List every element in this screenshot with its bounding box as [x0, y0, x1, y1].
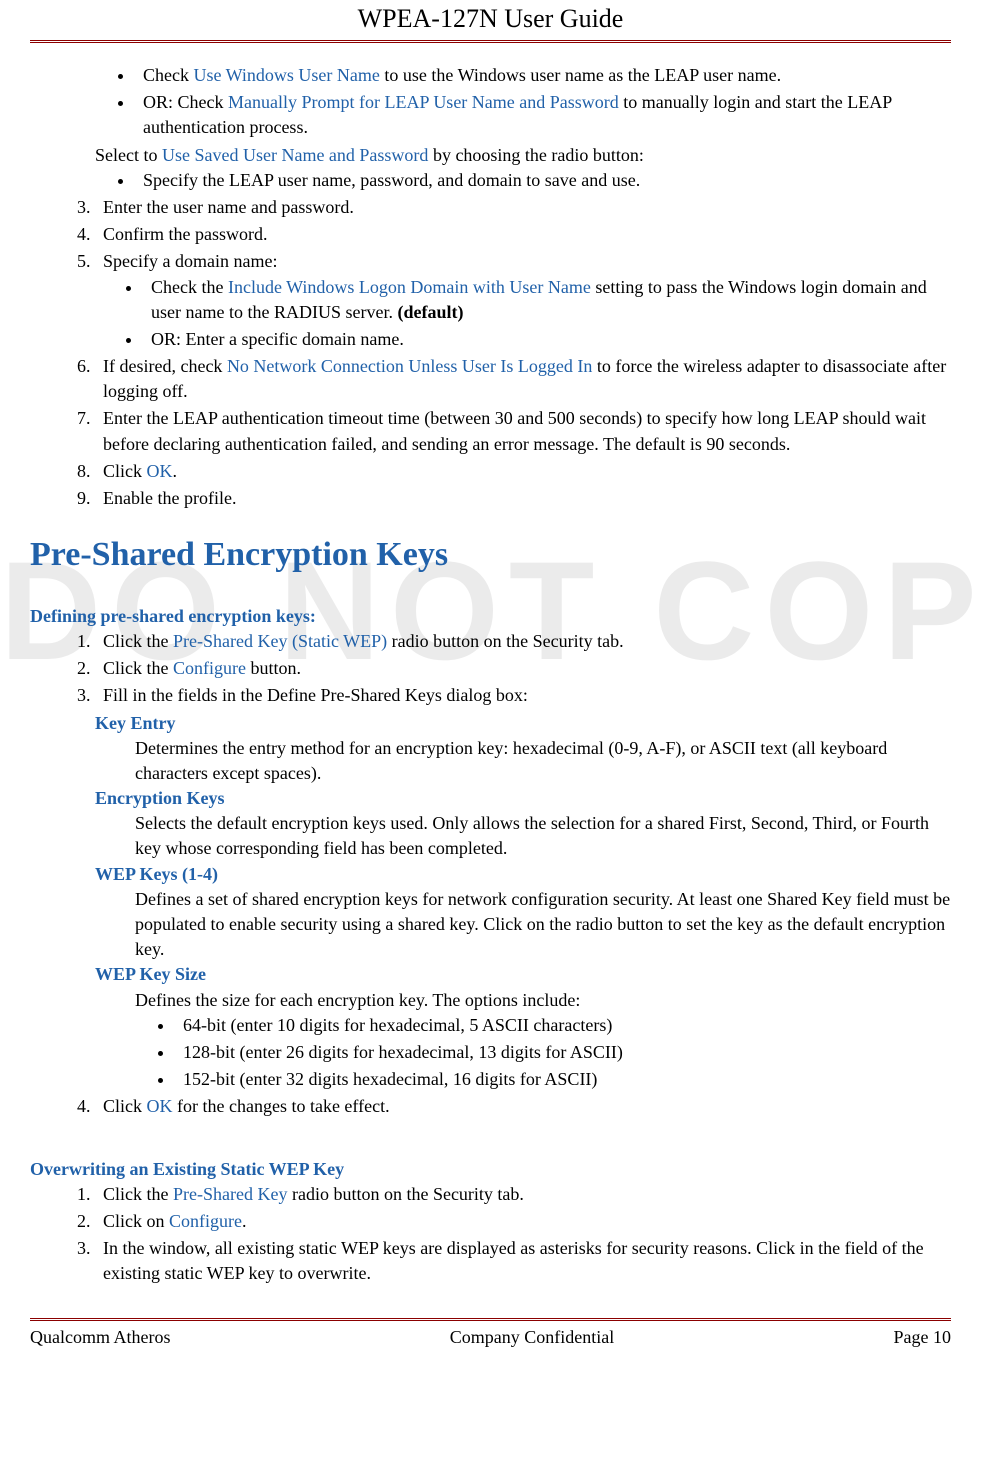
ui-reference: Use Windows User Name [193, 65, 379, 85]
text: Click [103, 461, 147, 481]
text: radio button on the Security tab. [387, 631, 623, 651]
text: Click the [103, 658, 173, 678]
ui-reference: Configure [173, 658, 246, 678]
definition-term: WEP Keys (1-4) [95, 862, 951, 887]
text: by choosing the radio button: [428, 145, 643, 165]
ui-reference: OK [147, 461, 173, 481]
text: Check the [151, 277, 228, 297]
ui-reference: Include Windows Logon Domain with User N… [228, 277, 591, 297]
ui-reference: OK [147, 1096, 173, 1116]
definition-term: Encryption Keys [95, 786, 951, 811]
list-item: Click the Pre-Shared Key radio button on… [95, 1182, 951, 1207]
ui-reference: Use Saved User Name and Password [162, 145, 428, 165]
footer-right: Page 10 [894, 1327, 952, 1348]
document-title: WPEA-127N User Guide [358, 4, 624, 33]
list-item: OR: Enter a specific domain name. [143, 327, 951, 352]
definition-text: Selects the default encryption keys used… [135, 811, 951, 861]
text: Click the [103, 631, 173, 651]
page-footer: Qualcomm Atheros Company Confidential Pa… [30, 1318, 951, 1358]
text: If desired, check [103, 356, 227, 376]
list-item: Click OK. [95, 459, 951, 484]
ui-reference: No Network Connection Unless User Is Log… [227, 356, 592, 376]
list-item: Check the Include Windows Logon Domain w… [143, 275, 951, 325]
text: radio button on the Security tab. [287, 1184, 523, 1204]
sub-heading: Defining pre-shared encryption keys: [30, 604, 951, 629]
list-item: Specify a domain name: Check the Include… [95, 249, 951, 352]
text: Specify a domain name: [103, 251, 277, 271]
definition-term: Key Entry [95, 711, 951, 736]
list-item: 152-bit (enter 32 digits hexadecimal, 16… [175, 1067, 951, 1092]
text: Check [143, 65, 193, 85]
list-item: Fill in the fields in the Define Pre-Sha… [95, 683, 951, 708]
ui-reference: Pre-Shared Key (Static WEP) [173, 631, 387, 651]
definition-term: WEP Key Size [95, 962, 951, 987]
page-header: WPEA-127N User Guide [30, 0, 951, 43]
text: . [242, 1211, 247, 1231]
definition-text: Determines the entry method for an encry… [135, 736, 951, 786]
text: to use the Windows user name as the LEAP… [380, 65, 781, 85]
section-heading: Pre-Shared Encryption Keys [30, 531, 951, 579]
list-item: 64-bit (enter 10 digits for hexadecimal,… [175, 1013, 951, 1038]
list-item: Click the Configure button. [95, 656, 951, 681]
text: OR: Check [143, 92, 228, 112]
text: Click on [103, 1211, 169, 1231]
text: Defines the size for each encryption key… [135, 990, 580, 1010]
text: . [173, 461, 178, 481]
text: for the changes to take effect. [173, 1096, 390, 1116]
text: Click the [103, 1184, 173, 1204]
ui-reference: Manually Prompt for LEAP User Name and P… [228, 92, 619, 112]
list-item: Enter the user name and password. [95, 195, 951, 220]
list-item: Click the Pre-Shared Key (Static WEP) ra… [95, 629, 951, 654]
footer-left: Qualcomm Atheros [30, 1327, 170, 1348]
ui-reference: Configure [169, 1211, 242, 1231]
list-item: In the window, all existing static WEP k… [95, 1236, 951, 1286]
list-item: Specify the LEAP user name, password, an… [135, 168, 951, 193]
footer-center: Company Confidential [450, 1327, 614, 1348]
text: Select to [95, 145, 162, 165]
definition-text: Defines the size for each encryption key… [135, 988, 951, 1093]
text: button. [246, 658, 301, 678]
list-item: Confirm the password. [95, 222, 951, 247]
list-item: 128-bit (enter 26 digits for hexadecimal… [175, 1040, 951, 1065]
ui-reference: Pre-Shared Key [173, 1184, 287, 1204]
list-item: Click OK for the changes to take effect. [95, 1094, 951, 1119]
definition-text: Defines a set of shared encryption keys … [135, 887, 951, 963]
list-item: OR: Check Manually Prompt for LEAP User … [135, 90, 951, 140]
list-item: Enter the LEAP authentication timeout ti… [95, 406, 951, 456]
text: Click [103, 1096, 147, 1116]
paragraph: Select to Use Saved User Name and Passwo… [95, 143, 951, 168]
document-body: Check Use Windows User Name to use the W… [30, 43, 951, 1318]
list-item: Check Use Windows User Name to use the W… [135, 63, 951, 88]
list-item: Click on Configure. [95, 1209, 951, 1234]
list-item: If desired, check No Network Connection … [95, 354, 951, 404]
sub-heading: Overwriting an Existing Static WEP Key [30, 1157, 951, 1182]
list-item: Enable the profile. [95, 486, 951, 511]
default-marker: (default) [397, 302, 463, 322]
